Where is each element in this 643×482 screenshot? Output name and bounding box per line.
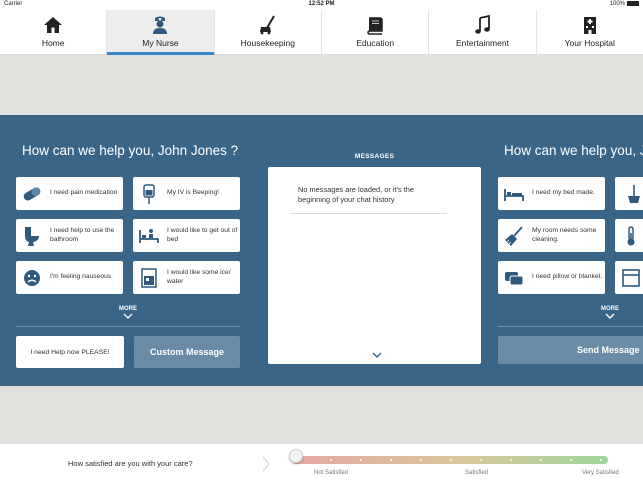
toilet-icon (25, 226, 39, 246)
chevron-down-icon (123, 313, 133, 319)
housekeeping-more-button[interactable]: MORE (590, 306, 630, 319)
messages-title: MESSAGES (354, 153, 395, 160)
tab-my-nurse[interactable]: My Nurse (107, 10, 215, 55)
battery-percent: 100% (609, 1, 625, 8)
housekeeping-divider (498, 326, 643, 327)
slider-tick (600, 459, 602, 461)
clock: 12:52 PM (308, 1, 335, 7)
nurse-divider (16, 326, 240, 327)
tab-home[interactable]: Home (0, 10, 108, 54)
request-room-cleaning[interactable]: My room needs some cleaning. (498, 219, 605, 252)
sick-face-icon (24, 269, 40, 286)
messages-empty-text: No messages are loaded, or it's the begi… (298, 185, 415, 204)
book-icon (367, 17, 383, 35)
slider-tick (420, 459, 422, 461)
tab-my-nurse-label: My Nurse (142, 38, 179, 48)
chevron-right-icon (262, 456, 270, 472)
slider-tick (480, 459, 482, 461)
nurse-more-button[interactable]: MORE (108, 306, 148, 319)
slider-tick (450, 459, 452, 461)
satisfaction-question: How satisfied are you with your care? (68, 459, 193, 468)
pillow-icon (505, 271, 524, 285)
bed-exit-icon (139, 228, 159, 243)
slider-tick (390, 459, 392, 461)
request-get-out-of-bed[interactable]: I would like to get out of bed (133, 219, 240, 252)
request-label: I need help to use the bathroom (50, 227, 115, 243)
satisfaction-slider[interactable] (292, 456, 608, 464)
broom-icon (505, 225, 523, 246)
request-housekeeping-partial-3[interactable] (615, 261, 643, 294)
request-label: I need my bed made. (532, 189, 595, 197)
status-bar: Carrier 12:52 PM 100% (0, 0, 643, 10)
tab-your-hospital-label: Your Hospital (564, 38, 615, 48)
music-note-icon (475, 15, 491, 34)
slider-tick (540, 459, 542, 461)
tab-entertainment-label: Entertainment (456, 38, 509, 48)
more-label: MORE (119, 306, 137, 312)
thermometer-icon (627, 225, 635, 245)
request-pillow-blanket[interactable]: I need pillow or blanket. (498, 261, 605, 294)
request-pain-medication[interactable]: I need pain medication (16, 177, 123, 210)
request-label: I need pain medication (50, 189, 118, 197)
tab-education[interactable]: Education (322, 10, 430, 54)
towel-icon (622, 268, 640, 287)
hospital-icon (583, 17, 596, 34)
request-housekeeping-partial-1[interactable] (615, 177, 643, 210)
request-bathroom[interactable]: I need help to use the bathroom (16, 219, 123, 252)
tab-education-label: Education (356, 38, 395, 48)
request-bed-made[interactable]: I need my bed made. (498, 177, 605, 210)
request-ice-water[interactable]: I would like some ice/ water (133, 261, 240, 294)
send-message-button[interactable]: Send Message (498, 336, 643, 364)
slider-thumb[interactable] (289, 449, 303, 463)
request-label: My room needs some cleaning. (532, 227, 597, 243)
messages-box[interactable]: No messages are loaded, or it's the begi… (268, 167, 481, 364)
housekeeping-greeting: How can we help you, J (504, 143, 643, 158)
request-nauseous[interactable]: I'm feeling nauseous (16, 261, 123, 294)
satisfaction-bar: How satisfied are you with your care? (0, 443, 643, 482)
battery-indicator: 100% (610, 1, 639, 7)
tab-housekeeping-label: Housekeeping (240, 38, 295, 48)
label-satisfied: Satisfied (465, 470, 489, 476)
request-label: I would like to get out of bed (167, 227, 238, 243)
slider-tick (360, 459, 362, 461)
more-label: MORE (601, 306, 619, 312)
slider-tick (510, 459, 512, 461)
help-now-button[interactable]: I need Help now PLEASE! (16, 336, 124, 368)
pill-icon (23, 187, 41, 200)
tab-your-hospital[interactable]: Your Hospital (537, 10, 643, 54)
chevron-down-icon[interactable] (372, 352, 382, 358)
request-iv-beeping[interactable]: My IV is Beeping! (133, 177, 240, 210)
tab-housekeeping[interactable]: Housekeeping (215, 10, 322, 54)
mop-icon (628, 184, 640, 203)
request-label: I would like some ice/ water (167, 269, 231, 285)
nurse-greeting: How can we help you, John Jones ? (22, 143, 239, 158)
request-panel: How can we help you, John Jones ? I need… (0, 115, 643, 386)
request-label: My IV is Beeping! (167, 189, 220, 197)
label-very-satisfied: Very Satisfied (582, 470, 619, 476)
tab-entertainment[interactable]: Entertainment (429, 10, 537, 54)
bed-icon (504, 188, 524, 201)
request-label: I'm feeling nauseous (50, 273, 112, 281)
water-cup-icon (141, 267, 157, 288)
battery-icon (627, 1, 639, 6)
custom-message-button[interactable]: Custom Message (134, 336, 240, 368)
iv-bag-icon (143, 183, 155, 204)
top-nav: Home My Nurse Housekeeping Education Ent… (0, 10, 643, 55)
request-housekeeping-partial-2[interactable] (615, 219, 643, 252)
slider-tick (330, 459, 332, 461)
chevron-down-icon (605, 313, 615, 319)
tab-home-label: Home (41, 38, 65, 48)
messages-divider (290, 213, 447, 214)
vacuum-icon (259, 15, 275, 35)
request-label: I need pillow or blanket. (532, 273, 603, 281)
slider-tick (570, 459, 572, 461)
nurse-icon (153, 16, 168, 34)
home-icon (44, 17, 63, 33)
label-not-satisfied: Not Satisfied (314, 470, 349, 476)
